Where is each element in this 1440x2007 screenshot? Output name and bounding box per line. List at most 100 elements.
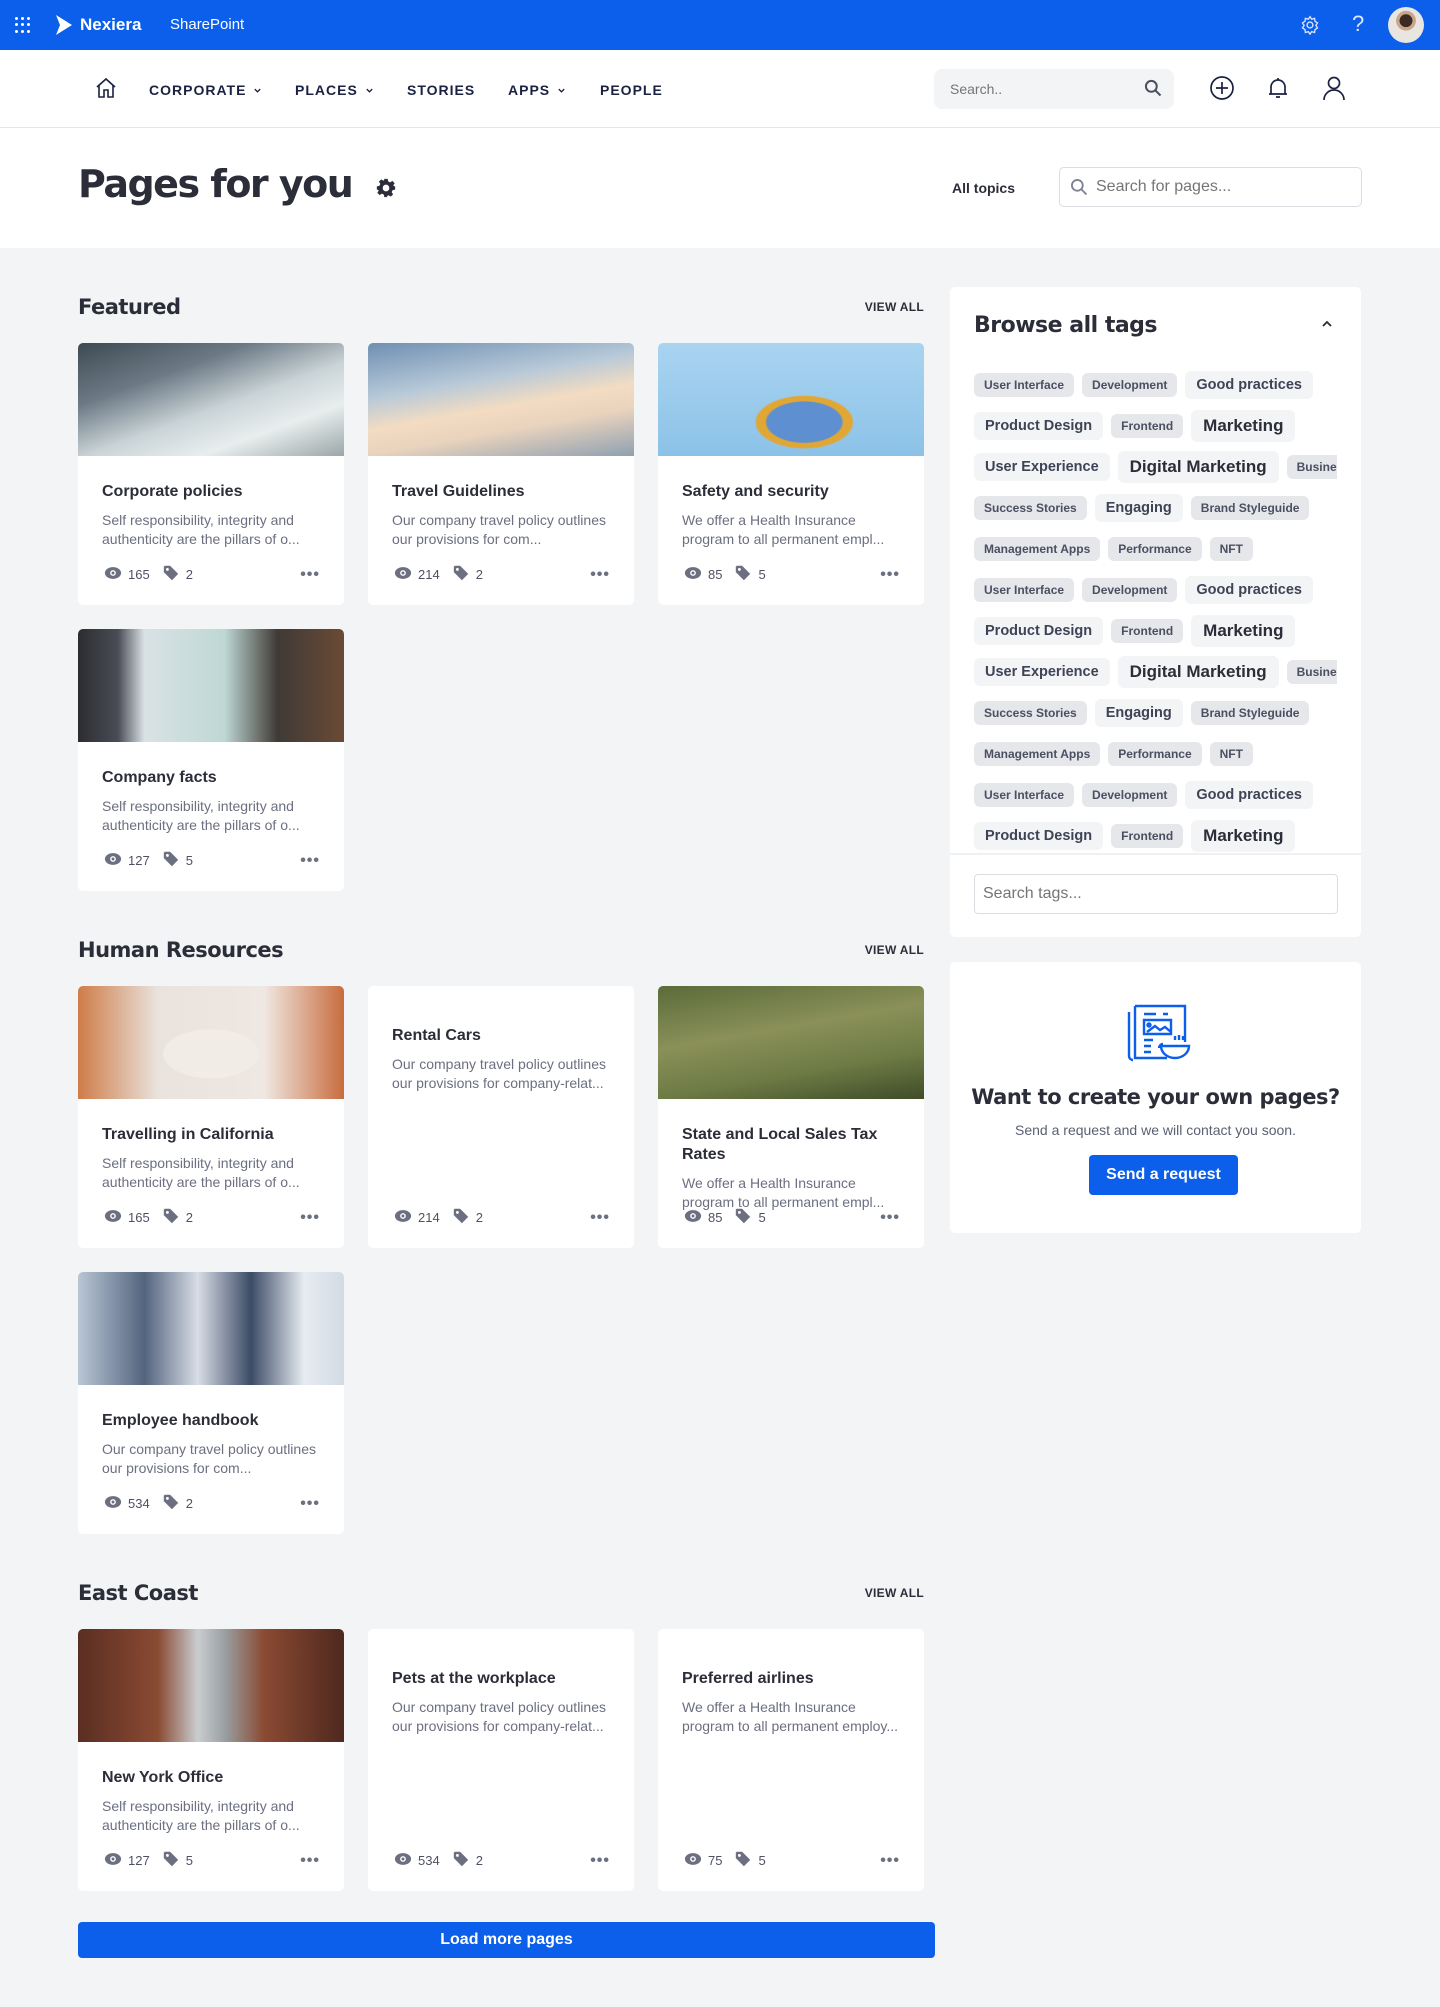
tag-chip[interactable]: Product Design — [974, 616, 1104, 645]
tag-chip[interactable]: User Experience — [974, 452, 1110, 481]
tag-chip[interactable]: NFT — [1209, 536, 1253, 561]
nav-item-people[interactable]: PEOPLE — [600, 82, 663, 98]
tag-chip[interactable]: Good practices — [1185, 370, 1313, 399]
tag-chip[interactable]: Performance — [1108, 741, 1202, 766]
tag-chip[interactable]: Engaging — [1094, 698, 1183, 727]
tag-chip[interactable]: Good practices — [1185, 780, 1313, 809]
tag-chip[interactable]: Frontend — [1111, 618, 1184, 643]
bell-icon[interactable] — [1264, 74, 1292, 102]
tag-search-input[interactable] — [974, 874, 1338, 914]
tag-list[interactable]: User Interface Development Good practices P… — [974, 364, 1337, 854]
page-card[interactable]: Company facts Self responsibility, integr… — [78, 629, 344, 891]
tag-chip[interactable]: Engaging — [1094, 493, 1183, 522]
nav-item-apps[interactable]: APPS — [508, 82, 566, 98]
tag-chip[interactable]: Digital Marketing — [1117, 655, 1279, 688]
page-card[interactable]: New York Office Self responsibility, inte… — [78, 1629, 344, 1891]
card-title[interactable]: Employee handbook — [102, 1411, 320, 1431]
nav-item-stories[interactable]: STORIES — [407, 82, 475, 98]
send-request-button[interactable]: Send a request — [1089, 1155, 1238, 1195]
card-title[interactable]: Safety and security — [682, 482, 900, 502]
page-card[interactable]: Safety and security We offer a Health Ins… — [658, 343, 924, 605]
all-topics-filter[interactable]: All topics — [952, 180, 1015, 196]
avatar[interactable] — [1388, 7, 1424, 43]
add-circle-icon[interactable] — [1208, 74, 1236, 102]
page-card[interactable]: Rental Cars Our company travel policy out… — [368, 986, 634, 1248]
load-more-button[interactable]: Load more pages — [78, 1922, 935, 1958]
nav-item-places[interactable]: PLACES — [295, 82, 374, 98]
view-all-link[interactable]: VIEW ALL — [865, 1586, 924, 1600]
global-search-input[interactable] — [934, 69, 1174, 109]
gear-icon[interactable] — [376, 178, 396, 198]
card-title[interactable]: Pets at the workplace — [392, 1669, 610, 1689]
eye-icon — [684, 1850, 702, 1871]
page-card[interactable]: Employee handbook Our company travel poli… — [78, 1272, 344, 1534]
tag-chip[interactable]: Development — [1082, 577, 1178, 602]
card-title[interactable]: State and Local Sales Tax Rates — [682, 1125, 900, 1165]
card-title[interactable]: Company facts — [102, 768, 320, 788]
user-icon[interactable] — [1320, 74, 1348, 102]
tag-chip[interactable]: Product Design — [974, 411, 1104, 440]
tag-chip[interactable]: Good practices — [1185, 575, 1313, 604]
more-options-icon[interactable]: ••• — [590, 1209, 610, 1225]
view-all-link[interactable]: VIEW ALL — [865, 300, 924, 314]
tag-chip[interactable]: Digital Marketing — [1117, 450, 1279, 483]
waffle-icon[interactable] — [15, 17, 31, 33]
card-title[interactable]: Rental Cars — [392, 1026, 610, 1046]
tag-chip[interactable]: User Interface — [974, 577, 1075, 602]
app-name[interactable]: SharePoint — [170, 16, 244, 33]
tag-chip[interactable]: Business — [1286, 454, 1337, 479]
page-card[interactable]: Pets at the workplace Our company travel … — [368, 1629, 634, 1891]
tag-chip[interactable]: Business — [1286, 659, 1337, 684]
tag-chip[interactable]: Success Stories — [974, 700, 1087, 725]
more-options-icon[interactable]: ••• — [300, 852, 320, 868]
page-card[interactable]: State and Local Sales Tax Rates We offer … — [658, 986, 924, 1248]
page-card[interactable]: Preferred airlines We offer a Health Insu… — [658, 1629, 924, 1891]
tag-chip[interactable]: Frontend — [1111, 823, 1184, 848]
tag-chip[interactable]: Management Apps — [974, 536, 1101, 561]
view-all-link[interactable]: VIEW ALL — [865, 943, 924, 957]
brand-name[interactable]: Nexiera — [80, 15, 141, 35]
help-icon[interactable]: ? — [1352, 11, 1364, 37]
card-title[interactable]: Corporate policies — [102, 482, 320, 502]
home-icon[interactable] — [94, 76, 118, 100]
page-card[interactable]: Travelling in California Self responsibil… — [78, 986, 344, 1248]
tag-chip[interactable]: User Interface — [974, 372, 1075, 397]
card-title[interactable]: New York Office — [102, 1768, 320, 1788]
tag-chip[interactable]: Development — [1082, 372, 1178, 397]
section-title: Featured — [78, 295, 181, 319]
tag-chip[interactable]: Success Stories — [974, 495, 1087, 520]
more-options-icon[interactable]: ••• — [300, 1852, 320, 1868]
tag-chip[interactable]: NFT — [1209, 741, 1253, 766]
tag-chip[interactable]: Product Design — [974, 821, 1104, 850]
card-title[interactable]: Preferred airlines — [682, 1669, 900, 1689]
tag-chip[interactable]: User Interface — [974, 782, 1075, 807]
tag-chip[interactable]: Marketing — [1191, 819, 1296, 852]
tag-chip[interactable]: Frontend — [1111, 413, 1184, 438]
more-options-icon[interactable]: ••• — [880, 566, 900, 582]
more-options-icon[interactable]: ••• — [300, 1209, 320, 1225]
more-options-icon[interactable]: ••• — [300, 1495, 320, 1511]
tag-count: 5 — [185, 853, 193, 868]
more-options-icon[interactable]: ••• — [880, 1852, 900, 1868]
more-options-icon[interactable]: ••• — [590, 1852, 610, 1868]
more-options-icon[interactable]: ••• — [880, 1209, 900, 1225]
tag-chip[interactable]: Performance — [1108, 536, 1202, 561]
page-card[interactable]: Corporate policies Self responsibility, i… — [78, 343, 344, 605]
tag-chip[interactable]: Marketing — [1191, 409, 1296, 442]
tag-chip[interactable]: Development — [1082, 782, 1178, 807]
card-title[interactable]: Travel Guidelines — [392, 482, 610, 502]
tag-chip[interactable]: Management Apps — [974, 741, 1101, 766]
card-title[interactable]: Travelling in California — [102, 1125, 320, 1145]
tag-chip[interactable]: Brand Styleguide — [1190, 495, 1310, 520]
nav-item-corporate[interactable]: CORPORATE — [149, 82, 262, 98]
tag-chip[interactable]: Marketing — [1191, 614, 1296, 647]
tag-chip[interactable]: Brand Styleguide — [1190, 700, 1310, 725]
search-icon[interactable] — [1143, 78, 1163, 98]
more-options-icon[interactable]: ••• — [590, 566, 610, 582]
chevron-up-icon[interactable] — [1320, 317, 1334, 331]
tag-chip[interactable]: User Experience — [974, 657, 1110, 686]
more-options-icon[interactable]: ••• — [300, 566, 320, 582]
page-card[interactable]: Travel Guidelines Our company travel poli… — [368, 343, 634, 605]
page-search-input[interactable] — [1059, 167, 1362, 207]
settings-icon[interactable] — [1300, 15, 1320, 35]
